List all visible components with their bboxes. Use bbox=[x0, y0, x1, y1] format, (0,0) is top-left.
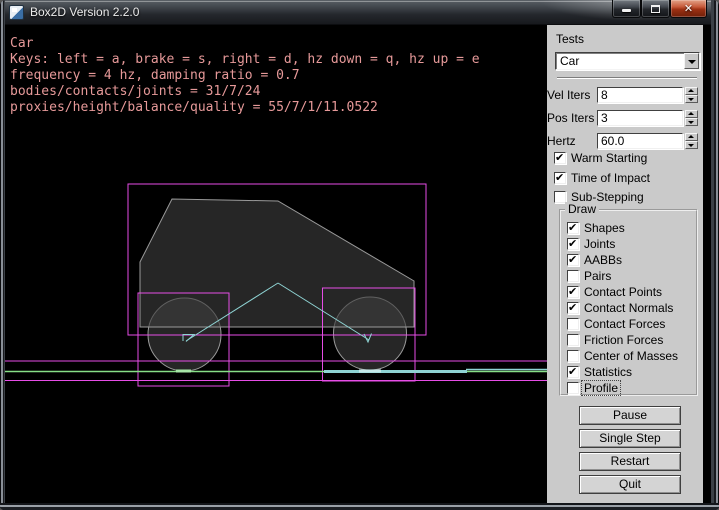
spinner-down-button[interactable] bbox=[685, 118, 698, 126]
window-border-left bbox=[0, 0, 5, 510]
checkbox-label-shapes[interactable]: Shapes bbox=[584, 221, 625, 235]
check-icon: ✔ bbox=[568, 365, 577, 378]
checkbox-label-warm-starting[interactable]: Warm Starting bbox=[571, 151, 647, 165]
checkbox-label-center-of-masses[interactable]: Center of Masses bbox=[584, 349, 678, 363]
separator bbox=[557, 77, 697, 79]
field-value: 60.0 bbox=[601, 134, 624, 148]
checkbox-friction-forces[interactable] bbox=[567, 334, 579, 346]
check-icon: ✔ bbox=[555, 151, 564, 164]
spinner-up-button[interactable] bbox=[685, 133, 698, 141]
checkbox-contact-points[interactable]: ✔ bbox=[567, 286, 579, 298]
quit-button[interactable]: Quit bbox=[579, 475, 681, 494]
checkbox-label-contact-normals[interactable]: Contact Normals bbox=[584, 301, 673, 315]
checkbox-center-of-masses[interactable] bbox=[567, 350, 579, 362]
field-label: Pos Iters bbox=[547, 111, 594, 125]
checkbox-label-statistics[interactable]: Statistics bbox=[584, 365, 632, 379]
triangle-up-icon bbox=[688, 89, 694, 92]
maximize-icon bbox=[651, 5, 660, 13]
titlebar-highlight bbox=[2, 1, 717, 2]
spinner bbox=[685, 110, 698, 126]
triangle-down-icon bbox=[688, 121, 694, 124]
window-border-bottom bbox=[0, 503, 719, 510]
checkbox-label-profile[interactable]: Profile bbox=[582, 381, 620, 395]
pause-button[interactable]: Pause bbox=[579, 406, 681, 425]
triangle-up-icon bbox=[688, 112, 694, 115]
checkbox-contact-normals[interactable]: ✔ bbox=[567, 302, 579, 314]
checkbox-label-friction-forces[interactable]: Friction Forces bbox=[584, 333, 663, 347]
checkbox-warm-starting[interactable]: ✔ bbox=[554, 152, 566, 164]
checkbox-profile[interactable] bbox=[567, 382, 579, 394]
close-icon: ✕ bbox=[671, 2, 706, 15]
checkbox-time-of-impact[interactable]: ✔ bbox=[554, 172, 566, 184]
maximize-button[interactable] bbox=[641, 0, 670, 18]
draw-group-title: Draw bbox=[565, 202, 599, 216]
field-hertz[interactable]: 60.0 bbox=[597, 133, 683, 149]
checkbox-shapes[interactable]: ✔ bbox=[567, 222, 579, 234]
triangle-up-icon bbox=[688, 135, 694, 138]
stats-line: proxies/height/balance/quality = 55/7/1/… bbox=[10, 100, 480, 116]
spinner-down-button[interactable] bbox=[685, 95, 698, 103]
contact-point bbox=[359, 370, 381, 373]
tests-label: Tests bbox=[556, 32, 584, 46]
spinner bbox=[685, 133, 698, 149]
tests-dropdown-value: Car bbox=[560, 54, 579, 68]
checkbox-contact-forces[interactable] bbox=[567, 318, 579, 330]
check-icon: ✔ bbox=[568, 285, 577, 298]
checkbox-label-contact-forces[interactable]: Contact Forces bbox=[584, 317, 665, 331]
spinner bbox=[685, 87, 698, 103]
triangle-down-icon bbox=[688, 98, 694, 101]
checkbox-label-pairs[interactable]: Pairs bbox=[584, 269, 611, 283]
field-label: Hertz bbox=[547, 134, 576, 148]
check-icon: ✔ bbox=[555, 171, 564, 184]
triangle-down-icon bbox=[688, 144, 694, 147]
dropdown-arrow-button[interactable] bbox=[684, 53, 699, 69]
minimize-icon bbox=[622, 9, 631, 12]
window-title: Box2D Version 2.2.0 bbox=[30, 5, 139, 19]
check-icon: ✔ bbox=[568, 237, 577, 250]
stats-line: Car bbox=[10, 36, 480, 52]
field-value: 3 bbox=[601, 111, 608, 125]
checkbox-joints[interactable]: ✔ bbox=[567, 238, 579, 250]
check-icon: ✔ bbox=[568, 301, 577, 314]
field-value: 8 bbox=[601, 88, 608, 102]
spinner-up-button[interactable] bbox=[685, 110, 698, 118]
debug-text-overlay: CarKeys: left = a, brake = s, right = d,… bbox=[10, 36, 480, 116]
client-area: CarKeys: left = a, brake = s, right = d,… bbox=[5, 25, 711, 503]
checkbox-pairs[interactable] bbox=[567, 270, 579, 282]
stats-line: bodies/contacts/joints = 31/7/24 bbox=[10, 84, 480, 100]
checkbox-aabbs[interactable]: ✔ bbox=[567, 254, 579, 266]
window-border-right bbox=[711, 0, 719, 510]
control-panel: Tests Car Vel Iters8Pos Iters3Hertz60.0 … bbox=[547, 25, 703, 503]
spinner-down-button[interactable] bbox=[685, 141, 698, 149]
app-icon bbox=[9, 5, 24, 20]
field-vel-iters[interactable]: 8 bbox=[597, 87, 683, 103]
spinner-up-button[interactable] bbox=[685, 87, 698, 95]
single-step-button[interactable]: Single Step bbox=[579, 429, 681, 448]
close-button[interactable]: ✕ bbox=[670, 0, 707, 18]
checkbox-label-aabbs[interactable]: AABBs bbox=[584, 253, 622, 267]
chassis-shape bbox=[140, 199, 414, 327]
contact-point bbox=[176, 370, 191, 373]
title-bar[interactable]: Box2D Version 2.2.0 ✕ bbox=[0, 0, 719, 25]
stats-line: Keys: left = a, brake = s, right = d, hz… bbox=[10, 52, 480, 68]
field-pos-iters[interactable]: 3 bbox=[597, 110, 683, 126]
restart-button[interactable]: Restart bbox=[579, 452, 681, 471]
tests-dropdown[interactable]: Car bbox=[555, 52, 700, 70]
check-icon: ✔ bbox=[568, 221, 577, 234]
checkbox-statistics[interactable]: ✔ bbox=[567, 366, 579, 378]
stats-line: frequency = 4 hz, damping ratio = 0.7 bbox=[10, 68, 480, 84]
app-window: Box2D Version 2.2.0 ✕ CarKeys: left = a,… bbox=[0, 0, 719, 510]
minimize-button[interactable] bbox=[612, 0, 641, 18]
checkbox-label-time-of-impact[interactable]: Time of Impact bbox=[571, 171, 650, 185]
checkbox-label-joints[interactable]: Joints bbox=[584, 237, 615, 251]
check-icon: ✔ bbox=[568, 253, 577, 266]
field-label: Vel Iters bbox=[547, 88, 590, 102]
checkbox-label-contact-points[interactable]: Contact Points bbox=[584, 285, 662, 299]
chevron-down-icon bbox=[688, 60, 696, 64]
